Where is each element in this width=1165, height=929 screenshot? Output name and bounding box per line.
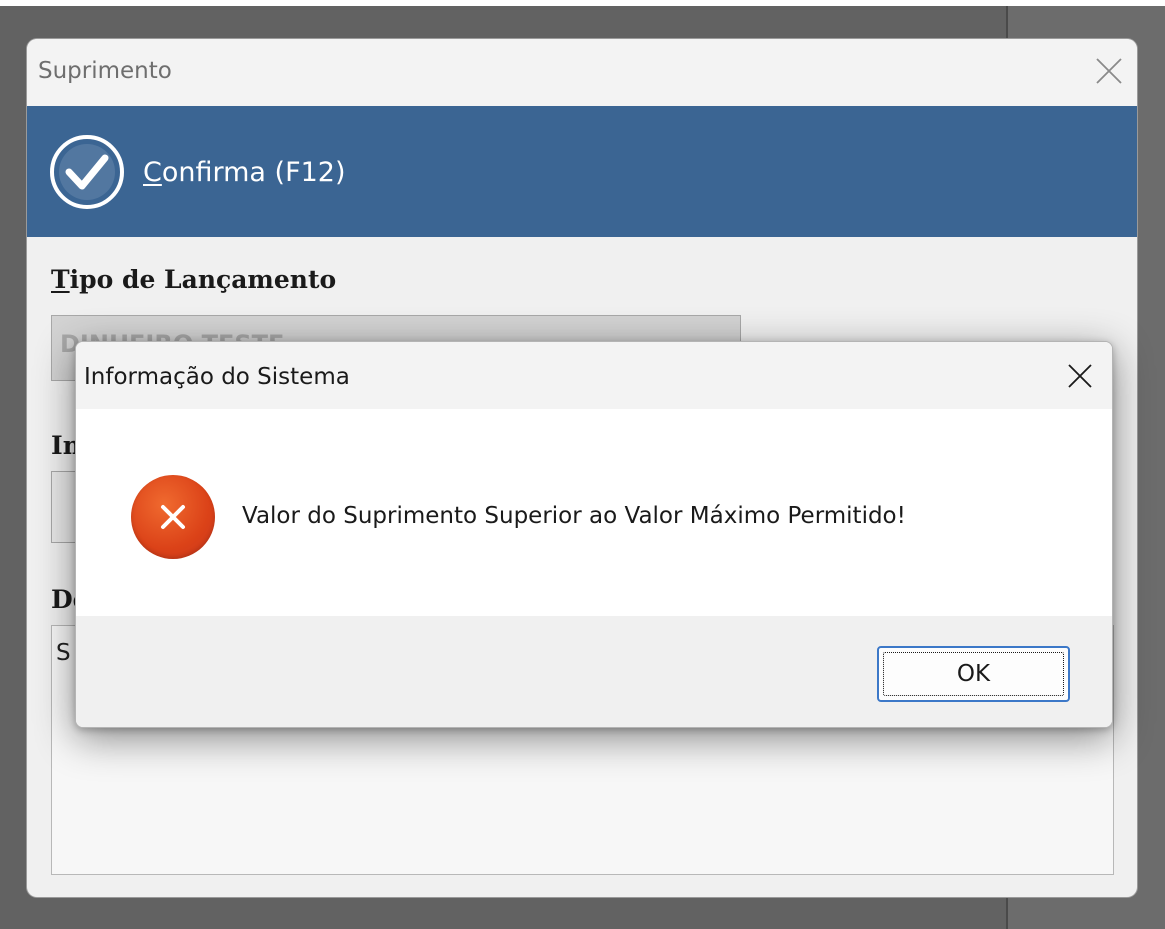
main-close-button[interactable]: [1089, 51, 1129, 91]
tipo-lancamento-label: Tipo de Lançamento: [51, 265, 336, 294]
error-icon: [131, 475, 215, 559]
ok-button-label: OK: [956, 661, 991, 687]
ok-button[interactable]: OK: [877, 646, 1070, 702]
message-box-body: Valor do Suprimento Superior ao Valor Má…: [76, 409, 1112, 616]
message-box-close-button[interactable]: [1060, 356, 1100, 396]
close-icon: [1096, 58, 1122, 84]
confirm-button[interactable]: Confirma (F12): [47, 132, 346, 212]
message-text: Valor do Suprimento Superior ao Valor Má…: [242, 503, 906, 529]
confirm-label-text: onfirma (F12): [161, 156, 346, 188]
message-box: Informação do Sistema Valor do Supriment…: [75, 341, 1113, 728]
tipo-label-text: ipo de Lançamento: [69, 265, 337, 294]
main-titlebar: Suprimento: [27, 39, 1137, 106]
x-mark-icon: [161, 505, 185, 529]
message-box-titlebar: Informação do Sistema: [76, 342, 1112, 409]
close-icon: [1068, 364, 1092, 388]
confirm-button-label: Confirma (F12): [143, 157, 346, 188]
toolbar: Confirma (F12): [27, 106, 1137, 237]
confirm-accelerator: C: [143, 156, 162, 188]
check-circle-icon: [50, 135, 124, 209]
message-box-title: Informação do Sistema: [84, 364, 350, 390]
desktop-top-strip: [0, 0, 1165, 6]
message-box-footer: OK: [76, 616, 1112, 727]
main-window-title: Suprimento: [38, 58, 172, 84]
tipo-accelerator: T: [51, 265, 70, 294]
